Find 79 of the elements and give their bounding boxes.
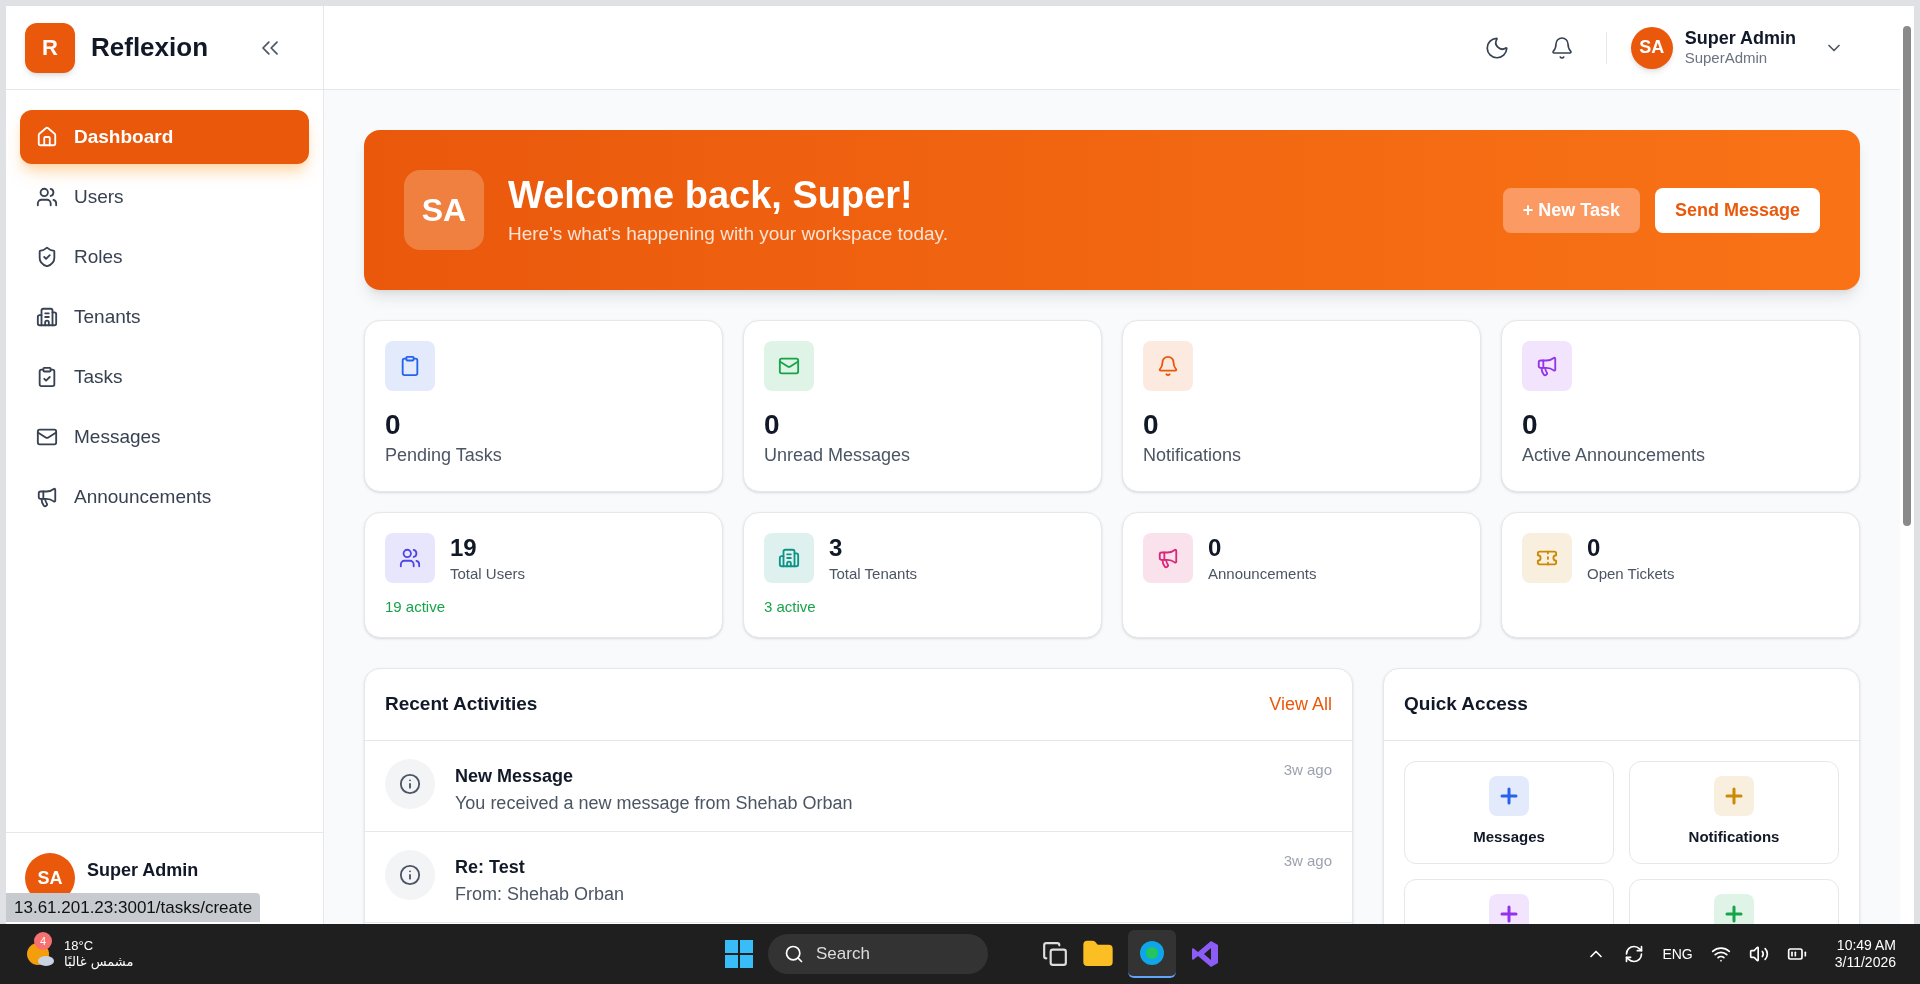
stat-value: 0: [1143, 408, 1160, 442]
plus-icon: [1489, 894, 1529, 924]
user-name: Super Admin: [1684, 26, 1796, 50]
weather-badge: 4: [34, 932, 52, 950]
mail-icon: [36, 426, 58, 448]
search-icon: [784, 944, 804, 964]
info-icon: [385, 850, 435, 900]
summary-value: 0: [1587, 533, 1602, 563]
activity-text: You received a new message from Shehab Orban: [455, 792, 854, 815]
quick-access-tile[interactable]: Notifications: [1629, 761, 1839, 864]
windows-start-icon[interactable]: [724, 939, 754, 969]
plus-icon: [1489, 776, 1529, 816]
home-icon: [36, 126, 58, 148]
nav-item[interactable]: Dashboard: [20, 110, 309, 164]
user-name: Super Admin: [87, 859, 199, 882]
taskbar-search[interactable]: Search: [768, 934, 988, 974]
activity-title: Re: Test: [455, 856, 526, 879]
summary-label: Announcements: [1208, 564, 1317, 584]
welcome-subtitle: Here's what's happening with your workspace today.: [508, 221, 949, 246]
nav-item[interactable]: Announcements: [20, 470, 309, 524]
plus-icon: [1714, 894, 1754, 924]
view-all-link[interactable]: View All: [1269, 691, 1332, 718]
activity-text: From: Shehab Orban: [455, 883, 626, 906]
link-status-url: 13.61.201.23:3001/tasks/create: [6, 892, 261, 922]
plus-icon: [1714, 776, 1754, 816]
summary-label: Open Tickets: [1587, 564, 1675, 584]
activity-time: 3w ago: [1283, 851, 1332, 871]
nav-item[interactable]: Tenants: [20, 290, 309, 344]
activity-title: New Message: [455, 765, 575, 788]
stat-label: Active Announcements: [1522, 444, 1707, 467]
active-count: 19 active: [385, 596, 447, 617]
task-view-icon[interactable]: [1042, 941, 1068, 967]
stat-value: 0: [1522, 408, 1539, 442]
logo-mark: R: [25, 22, 75, 73]
stat-label: Pending Tasks: [385, 444, 503, 467]
nav-item[interactable]: Tasks: [20, 350, 309, 404]
bell-icon: [1549, 35, 1574, 60]
clock-time[interactable]: 10:49 AM: [1836, 936, 1896, 954]
weather-text: مشمس غالبًا: [64, 954, 134, 971]
summary-label: Total Users: [450, 564, 526, 584]
ide-icon[interactable]: [1190, 939, 1220, 969]
activity-time: 3w ago: [1283, 760, 1332, 780]
stat-label: Notifications: [1143, 444, 1243, 467]
active-count: 3 active: [764, 596, 817, 617]
user-menu[interactable]: SA Super Admin SuperAdmin: [1630, 26, 1844, 69]
user-avatar: SA: [1630, 26, 1673, 69]
nav-item[interactable]: Messages: [20, 410, 309, 464]
megaphone-icon: [36, 486, 58, 508]
summary-value: 3: [829, 533, 844, 563]
people-icon: [36, 186, 58, 208]
stat-value: 0: [385, 408, 402, 442]
moon-icon: [1483, 34, 1510, 61]
send-message-button[interactable]: Send Message: [1654, 187, 1820, 233]
clipboard-check-icon: [36, 366, 58, 388]
panel-title: Recent Activities: [385, 692, 538, 717]
info-icon: [385, 759, 435, 809]
wifi-icon[interactable]: [1710, 944, 1731, 964]
volume-icon[interactable]: [1748, 944, 1769, 964]
sync-icon[interactable]: [1624, 944, 1645, 964]
building-icon: [36, 306, 58, 328]
stat-value: 0: [764, 408, 781, 442]
summary-label: Total Tenants: [829, 564, 918, 584]
shield-icon: [36, 246, 58, 268]
nav-item[interactable]: Users: [20, 170, 309, 224]
summary-value: 0: [1208, 533, 1223, 563]
clock-date[interactable]: 3/11/2026: [1834, 954, 1896, 972]
brand-name: Reflexion: [91, 31, 210, 64]
nav-item[interactable]: Roles: [20, 230, 309, 284]
stat-label: Unread Messages: [764, 444, 912, 467]
panel-title: Quick Access: [1404, 692, 1528, 717]
browser-icon[interactable]: [1128, 930, 1176, 978]
summary-value: 19: [450, 533, 478, 563]
quick-access-tile[interactable]: Messages: [1404, 761, 1614, 864]
scrollbar[interactable]: [1900, 6, 1914, 924]
welcome-title: Welcome back, Super!: [508, 173, 914, 218]
temperature: 18°C: [64, 937, 95, 954]
language-indicator[interactable]: ENG: [1662, 943, 1693, 965]
banner-avatar: SA: [404, 170, 484, 250]
user-role: SuperAdmin: [1684, 49, 1768, 69]
